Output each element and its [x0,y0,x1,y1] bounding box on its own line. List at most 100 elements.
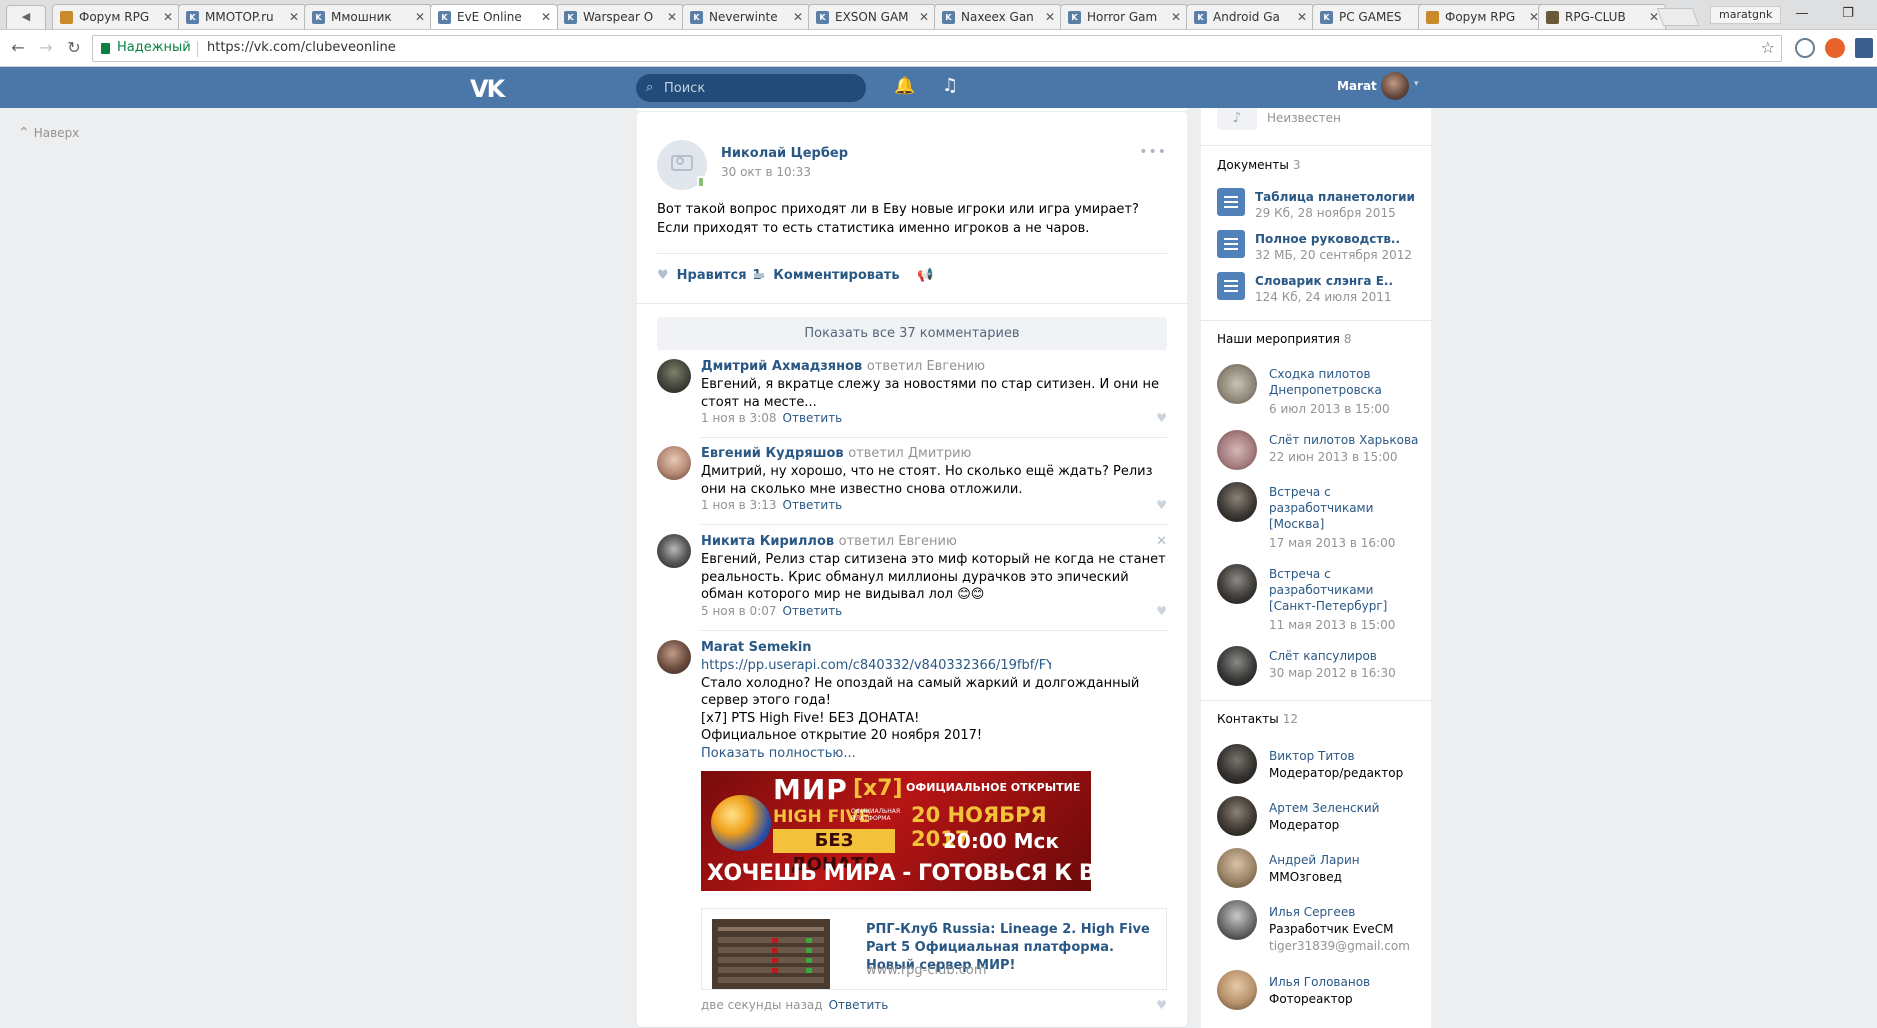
post-date[interactable]: 30 окт в 10:33 [721,165,811,179]
comment-reply-to[interactable]: ответил Евгению [867,359,985,374]
close-icon[interactable]: ✕ [1171,5,1181,29]
user-name[interactable]: Marat [1337,79,1377,93]
search-input[interactable] [664,78,854,98]
tab-rpg-club[interactable]: RPG-CLUB ✕ [1538,4,1666,29]
bookmark-star-icon[interactable]: ☆ [1761,38,1775,57]
tab-horror-games[interactable]: K Horror Gam ✕ [1060,4,1188,29]
promo-banner-image[interactable]: МИР [x7] HIGH FIVE ОФИЦИАЛЬНАЯ ПЛАТФОРМА… [701,771,1091,891]
scroll-to-top-link[interactable]: ⌃ Наверх [18,125,79,141]
more-options-icon[interactable]: ••• [1139,144,1167,160]
close-icon[interactable]: ✕ [667,5,677,29]
avatar[interactable] [1217,564,1257,604]
tab-audio-indicator[interactable]: ◀ [6,5,46,29]
music-note-icon[interactable]: ♪ [1217,108,1257,130]
tab-exson-games[interactable]: K EXSON GAM ✕ [808,4,936,29]
link-domain[interactable]: www.rpg-club.com [866,963,987,978]
contact-name[interactable]: Артем Зеленский [1269,800,1421,816]
close-icon[interactable]: ✕ [1045,5,1055,29]
document-title[interactable]: Полное руководств.. [1255,232,1400,246]
comment-time[interactable]: две секунды назад [701,998,823,1012]
tab-warspear[interactable]: K Warspear O ✕ [556,4,684,29]
extension-icon[interactable] [1795,38,1815,58]
delete-comment-icon[interactable]: ✕ [1156,534,1167,549]
comment-author[interactable]: Дмитрий Ахмадзянов ответил Евгению [701,359,985,374]
avatar[interactable] [1217,430,1257,470]
comment-time[interactable]: 1 ноя в 3:13 [701,498,777,512]
tab-eve-online[interactable]: K EvE Online ✕ [430,4,558,29]
avatar[interactable] [1217,744,1257,784]
tab-neverwinter[interactable]: K Neverwinte ✕ [682,4,810,29]
comment-like-icon[interactable]: ♥ [1156,411,1167,425]
extension-icon[interactable] [1825,38,1845,58]
new-tab-button[interactable] [1656,8,1700,26]
tab-mmoshnik[interactable]: K Ммошник ✕ [304,4,432,29]
address-bar[interactable]: Надежный https://vk.com/clubeveonline ☆ [92,35,1782,62]
events-header[interactable]: Наши мероприятия 8 [1217,332,1352,346]
close-icon[interactable]: ✕ [289,5,299,29]
like-button[interactable]: ♥ Нравится 1 [657,268,762,283]
event-title[interactable]: Слёт пилотов Харькова [1269,432,1421,448]
event-title[interactable]: Сходка пилотов Днепропетровска [1269,366,1421,398]
restore-icon[interactable]: ❐ [1828,2,1868,26]
avatar[interactable] [1217,364,1257,404]
forward-icon[interactable]: → [34,36,58,60]
tab-forum-rpg[interactable]: Форум RPG ✕ [52,4,180,29]
avatar[interactable] [1217,848,1257,888]
document-icon[interactable] [1217,230,1245,258]
close-icon[interactable]: ✕ [541,5,551,29]
avatar[interactable] [657,534,691,568]
document-title[interactable]: Таблица планетологии [1255,190,1415,204]
music-icon[interactable]: ♫ [942,75,958,96]
back-icon[interactable]: ← [6,36,30,60]
comment-like-icon[interactable]: ♥ [1156,604,1167,618]
document-title[interactable]: Словарик слэнга E.. [1255,274,1393,288]
comment-author-name[interactable]: Никита Кириллов [701,534,834,549]
close-icon[interactable]: ✕ [919,5,929,29]
post-author[interactable]: Николай Цербер [721,146,848,161]
document-icon[interactable] [1217,272,1245,300]
reply-button[interactable]: Ответить [783,604,843,618]
chevron-down-icon[interactable]: ▾ [1414,79,1419,89]
contact-name[interactable]: Илья Голованов [1269,974,1421,990]
reply-button[interactable]: Ответить [783,411,843,425]
close-icon[interactable]: ✕ [793,5,803,29]
close-icon[interactable]: ✕ [415,5,425,29]
mail-extension-icon[interactable] [1855,38,1873,58]
avatar[interactable] [1217,646,1257,686]
avatar[interactable] [1381,72,1409,100]
event-title[interactable]: Встреча с разработчиками [Санкт-Петербур… [1269,566,1421,614]
reload-icon[interactable]: ↻ [62,36,86,60]
contact-name[interactable]: Андрей Ларин [1269,852,1421,868]
comment-author-name[interactable]: Евгений Кудряшов [701,446,844,461]
comment-reply-to[interactable]: ответил Дмитрию [848,446,971,461]
url-text[interactable]: https://vk.com/clubeveonline [207,40,396,55]
comment-like-icon[interactable]: ♥ [1156,498,1167,512]
link-preview-card[interactable]: РПГ-Клуб Russia: Lineage 2. High Five Pa… [701,908,1167,990]
document-icon[interactable] [1217,188,1245,216]
avatar[interactable] [657,640,691,674]
comment-link[interactable]: https://pp.userapi.com/c840332/v84033236… [701,657,1051,675]
comment-button[interactable]: ▬ Комментировать [753,268,900,283]
tab-forum-rpg-2[interactable]: Форум RPG ✕ [1418,4,1546,29]
avatar[interactable] [1217,482,1257,522]
documents-header[interactable]: Документы 3 [1217,158,1300,172]
close-icon[interactable]: ✕ [163,5,173,29]
comment-reply-to[interactable]: ответил Евгению [839,534,957,549]
comment-author-name[interactable]: Дмитрий Ахмадзянов [701,359,862,374]
avatar[interactable] [1217,970,1257,1010]
comment-author[interactable]: Никита Кириллов ответил Евгению [701,534,957,549]
tab-android-games[interactable]: K Android Ga ✕ [1186,4,1314,29]
contact-name[interactable]: Виктор Титов [1269,748,1421,764]
contact-name[interactable]: Илья Сергеев [1269,904,1421,920]
event-title[interactable]: Слёт капсулиров [1269,648,1421,664]
minimize-icon[interactable]: — [1782,2,1822,26]
contact-email[interactable]: tiger31839@gmail.com [1269,939,1410,953]
contacts-header[interactable]: Контакты 12 [1217,712,1298,726]
share-button[interactable]: 📢 [917,268,941,283]
profile-chip[interactable]: maratgnk [1710,6,1782,24]
event-title[interactable]: Встреча с разработчиками [Москва] [1269,484,1421,532]
show-more-link[interactable]: Показать полностью... [701,745,1167,763]
notifications-bell-icon[interactable]: 🔔 [894,76,915,96]
tab-mmotop[interactable]: K MMOTOP.ru ✕ [178,4,306,29]
vk-search-box[interactable]: ⌕ [636,74,866,102]
